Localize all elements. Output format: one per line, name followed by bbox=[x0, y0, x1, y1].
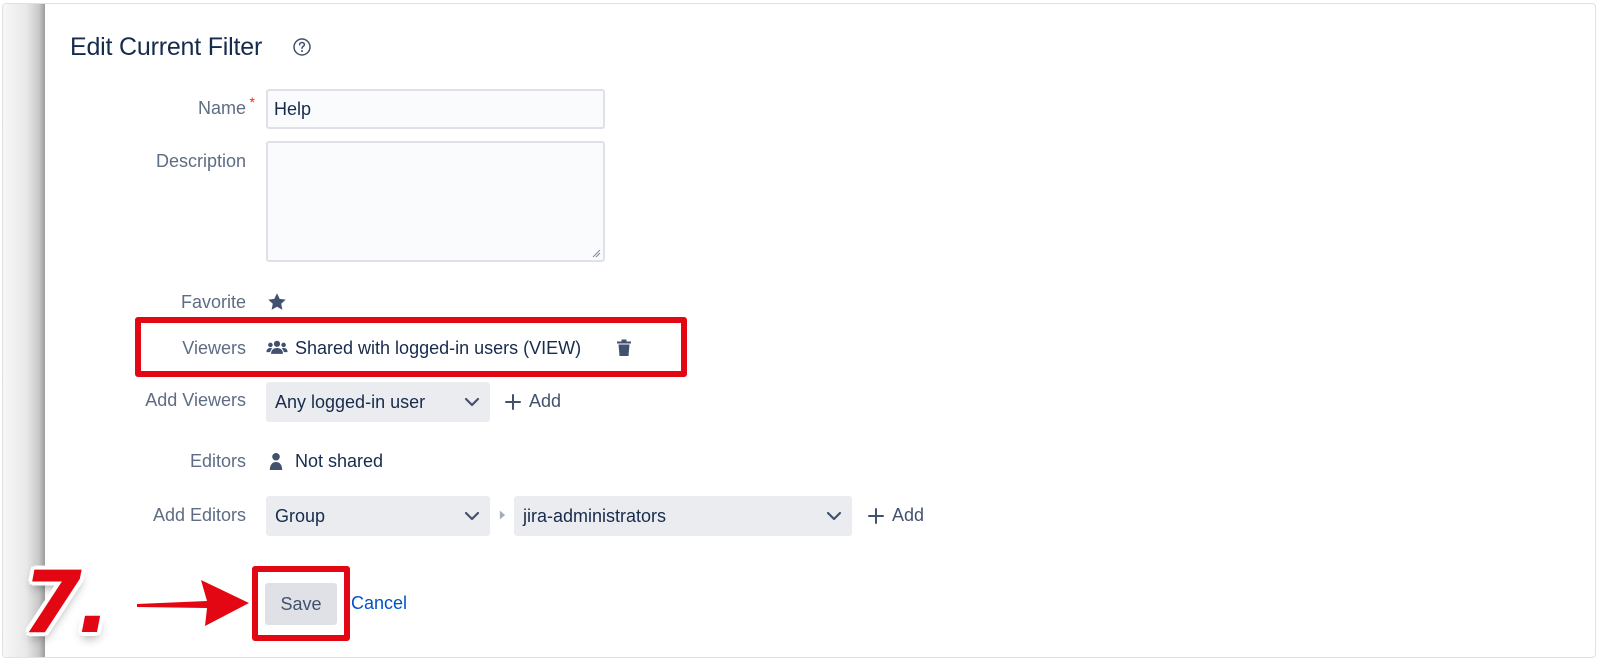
editors-label: Editors bbox=[189, 451, 246, 471]
users-icon bbox=[266, 340, 288, 354]
question-circle-icon[interactable] bbox=[292, 37, 312, 57]
add-editors-label: Add Editors bbox=[152, 505, 246, 525]
required-marker: * bbox=[249, 94, 255, 110]
page-title: Edit Current Filter bbox=[70, 33, 263, 61]
trash-icon[interactable] bbox=[616, 339, 632, 357]
add-viewers-label: Add Viewers bbox=[145, 390, 246, 410]
chevron-down-icon bbox=[826, 511, 842, 521]
step-number-annotation: 7. bbox=[22, 553, 110, 653]
add-viewers-select[interactable]: Any logged-in user bbox=[266, 382, 490, 422]
description-textarea[interactable] bbox=[266, 141, 605, 262]
chevron-down-icon bbox=[464, 397, 480, 407]
editors-value: Not shared bbox=[295, 451, 384, 471]
add-viewer-button[interactable]: Add bbox=[505, 391, 561, 412]
arrow-right-icon bbox=[137, 580, 249, 626]
plus-icon bbox=[868, 507, 884, 524]
add-editors-group-select[interactable]: jira-administrators bbox=[514, 496, 852, 536]
viewers-label: Viewers bbox=[182, 338, 246, 358]
add-editor-button[interactable]: Add bbox=[868, 505, 924, 526]
name-label: Name * bbox=[197, 94, 255, 118]
chevron-down-icon bbox=[464, 511, 480, 521]
add-editors-group-value: jira-administrators bbox=[523, 506, 667, 526]
resize-grip-icon[interactable] bbox=[591, 248, 601, 258]
save-button[interactable]: Save bbox=[265, 583, 337, 625]
user-icon bbox=[269, 452, 283, 471]
add-editor-label: Add bbox=[892, 505, 925, 525]
star-icon[interactable] bbox=[266, 291, 288, 313]
add-viewer-label: Add bbox=[529, 391, 562, 411]
add-editors-type-value: Group bbox=[275, 506, 326, 526]
cancel-link[interactable]: Cancel bbox=[351, 593, 407, 614]
description-label: Description bbox=[155, 151, 246, 171]
caret-right-icon bbox=[499, 510, 506, 520]
name-input[interactable] bbox=[266, 89, 605, 129]
add-editors-type-select[interactable]: Group bbox=[266, 496, 490, 536]
plus-icon bbox=[505, 393, 521, 410]
favorite-label: Favorite bbox=[180, 292, 246, 312]
add-viewers-select-value: Any logged-in user bbox=[275, 392, 426, 412]
viewers-value: Shared with logged-in users (VIEW) bbox=[295, 338, 582, 358]
